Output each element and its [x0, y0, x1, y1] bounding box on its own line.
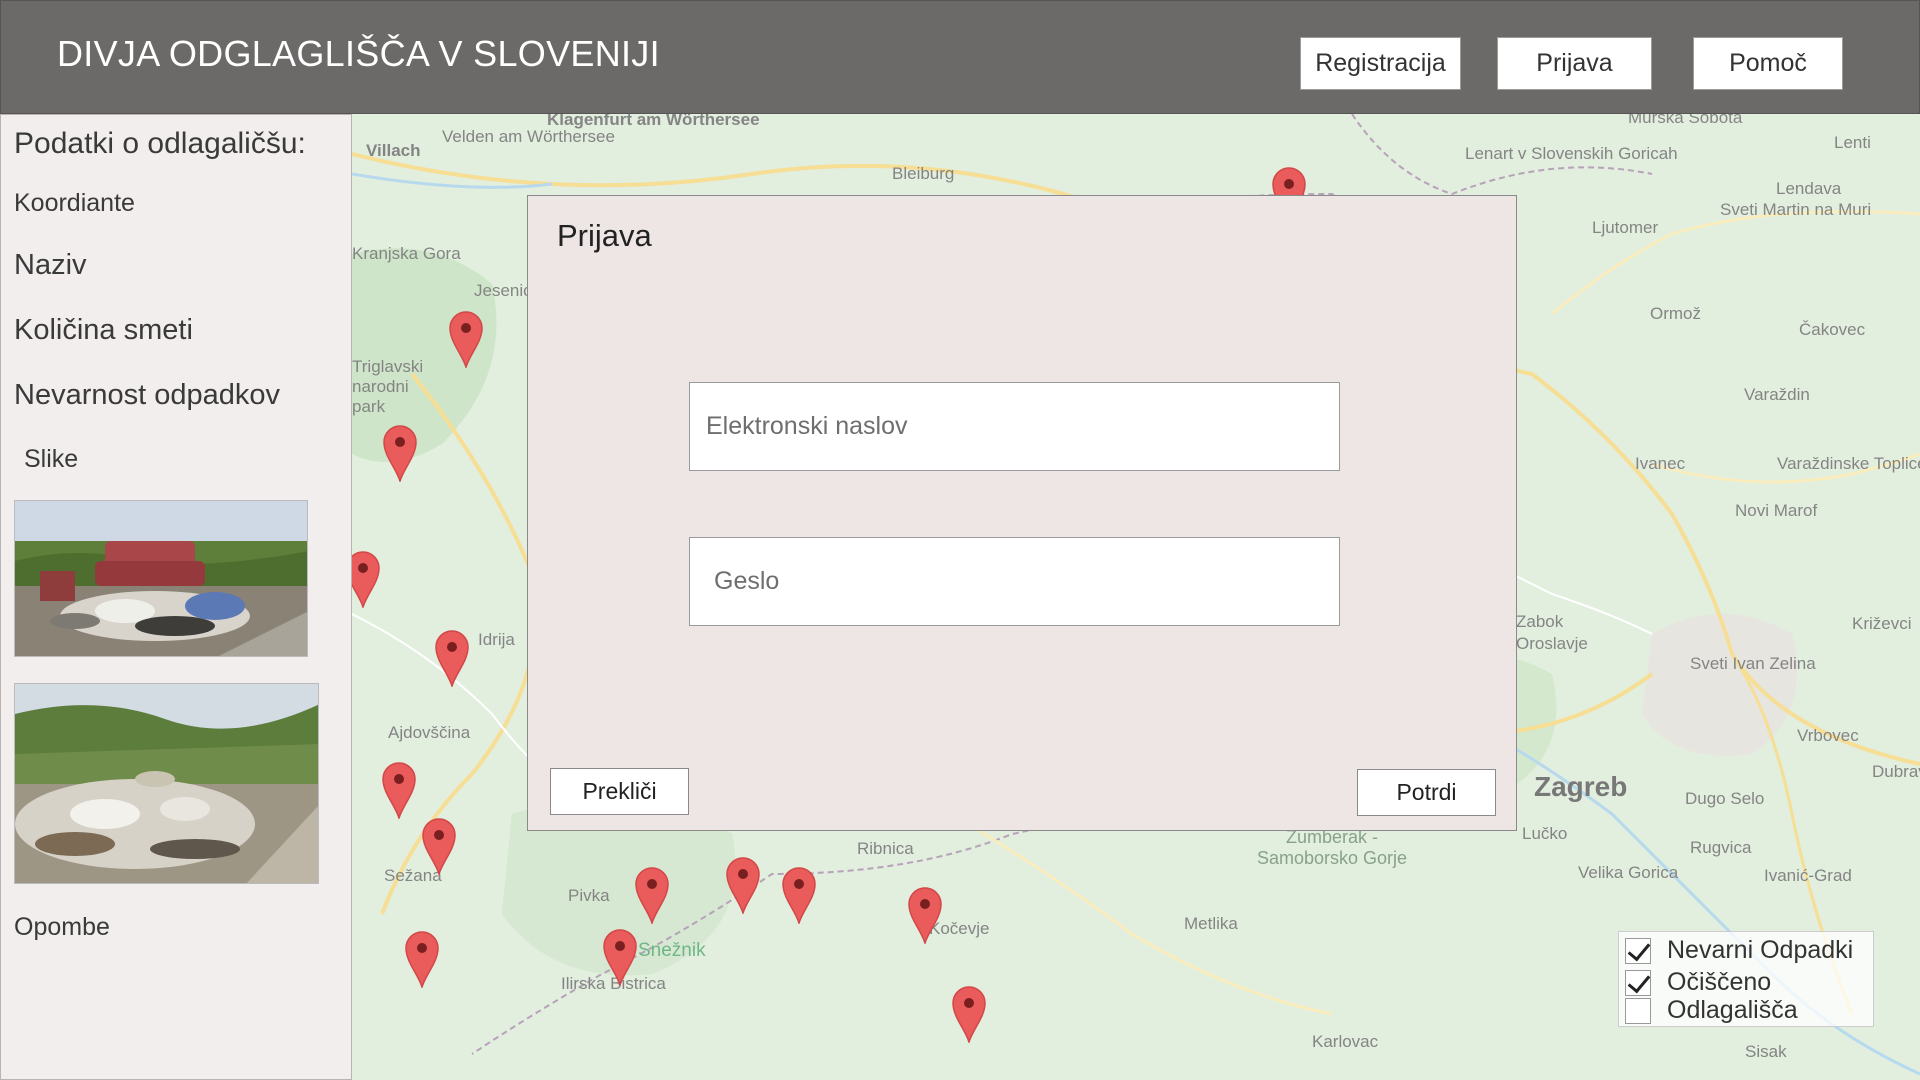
- map-marker-icon[interactable]: [382, 424, 418, 482]
- map-label: Karlovac: [1312, 1032, 1379, 1051]
- legend-label: Očiščeno: [1667, 968, 1772, 996]
- map-label-park: Žumberak - Samoborsko Gorje: [1256, 827, 1408, 868]
- map-label: Ljutomer: [1592, 218, 1659, 237]
- map-label: Ajdovščina: [388, 723, 471, 742]
- legend-item-cleaned[interactable]: Očiščeno: [1625, 968, 1771, 997]
- dump-photo-2[interactable]: [14, 683, 319, 884]
- map-legend: Nevarni Odpadki Očiščeno Odlagališča: [1618, 931, 1874, 1027]
- map-marker-icon[interactable]: [725, 856, 761, 914]
- map-label: Ivanec: [1635, 454, 1686, 473]
- map-label: Sisak: [1745, 1042, 1787, 1061]
- details-sidebar: Podatki o odlagaličšu: Koordiante Naziv …: [0, 114, 352, 1080]
- login-button[interactable]: Prijava: [1497, 37, 1652, 90]
- map-label: Lenti: [1834, 133, 1871, 152]
- login-dialog: Prijava Prekliči Potrdi: [527, 195, 1517, 831]
- map-label: Oroslavje: [1516, 634, 1588, 653]
- map-label: Varaždin: [1744, 385, 1810, 404]
- map-label: Metlika: [1184, 914, 1238, 933]
- map-label: Rugvica: [1690, 838, 1752, 857]
- map-marker-icon[interactable]: [781, 866, 817, 924]
- dump-photo-1[interactable]: [14, 500, 308, 657]
- map-label: Pivka: [568, 886, 610, 905]
- sidebar-title: Podatki o odlagaličšu:: [14, 127, 306, 160]
- help-button[interactable]: Pomoč: [1693, 37, 1843, 90]
- map-label: Vrbovec: [1797, 726, 1859, 745]
- map-marker-icon[interactable]: [951, 985, 987, 1043]
- map-label: Zabok: [1516, 612, 1564, 631]
- map-label: Križevci: [1852, 614, 1912, 633]
- register-button[interactable]: Registracija: [1300, 37, 1461, 90]
- map-marker-icon[interactable]: [434, 629, 470, 687]
- map-label: Velden am Wörthersee: [442, 127, 615, 146]
- map-label: Kranjska Gora: [352, 244, 461, 263]
- legend-label: Nevarni Odpadki: [1667, 936, 1854, 964]
- map-label: Novi Marof: [1735, 501, 1818, 520]
- checkbox-cleaned[interactable]: [1625, 969, 1651, 996]
- checkbox-dumps[interactable]: [1625, 997, 1651, 1024]
- notes-label: Opombe: [14, 913, 110, 941]
- map-label-city: Zagreb: [1534, 771, 1628, 802]
- password-field[interactable]: [689, 537, 1340, 626]
- map-label: Dugo Selo: [1685, 789, 1765, 808]
- map-label: Murska Sobota: [1628, 114, 1743, 127]
- top-header: DIVJA ODGLAGLIŠČA V SLOVENIJI Registraci…: [0, 0, 1920, 114]
- coordinates-label: Koordiante: [14, 189, 135, 217]
- images-label: Slike: [24, 445, 79, 473]
- map-marker-icon[interactable]: [448, 310, 484, 368]
- map-marker-icon[interactable]: [404, 930, 440, 988]
- name-label: Naziv: [14, 249, 87, 281]
- map-label: Idrija: [478, 630, 515, 649]
- map-marker-icon[interactable]: [352, 550, 381, 608]
- map-label: Sveti Martin na Muri: [1720, 200, 1872, 219]
- map-label: Lenart v Slovenskih Goricah: [1465, 144, 1678, 163]
- email-field[interactable]: [689, 382, 1340, 471]
- map-marker-icon[interactable]: [907, 886, 943, 944]
- legend-item-dumps[interactable]: Odlagališča: [1625, 996, 1798, 1025]
- map-label: Villach: [366, 141, 421, 160]
- legend-label: Odlagališča: [1667, 996, 1798, 1024]
- map-label: Bleiburg: [892, 164, 955, 183]
- map-label: Velika Gorica: [1578, 863, 1679, 882]
- map-marker-icon[interactable]: [421, 817, 457, 875]
- app-title: DIVJA ODGLAGLIŠČA V SLOVENIJI: [57, 33, 660, 74]
- amount-label: Količina smeti: [14, 314, 193, 346]
- map-label: Dubrava: [1872, 762, 1920, 781]
- map-label: Ormož: [1650, 304, 1701, 323]
- map-label: Sveti Ivan Zelina: [1690, 654, 1816, 673]
- map-marker-icon[interactable]: [634, 866, 670, 924]
- dialog-title: Prijava: [557, 218, 652, 253]
- map-label: Čakovec: [1799, 320, 1866, 339]
- map-label: Ribnica: [857, 839, 914, 858]
- map-marker-icon[interactable]: [381, 761, 417, 819]
- map-label: Triglavski narodni park: [352, 357, 424, 416]
- map-label: Snežnik: [638, 940, 706, 961]
- cancel-button[interactable]: Prekliči: [550, 768, 689, 815]
- map-marker-icon[interactable]: [602, 928, 638, 986]
- map-label: Lučko: [1522, 824, 1568, 843]
- checkbox-hazardous[interactable]: [1625, 937, 1651, 964]
- legend-item-hazardous[interactable]: Nevarni Odpadki: [1625, 936, 1853, 965]
- map-label: Lendava: [1776, 179, 1842, 198]
- map-label: Ivanić-Grad: [1764, 866, 1852, 885]
- app-root: DIVJA ODGLAGLIŠČA V SLOVENIJI Registraci…: [0, 0, 1920, 1080]
- hazard-label: Nevarnost odpadkov: [14, 379, 280, 411]
- map-label: Varaždinske Toplice: [1777, 454, 1920, 473]
- confirm-button[interactable]: Potrdi: [1357, 769, 1496, 816]
